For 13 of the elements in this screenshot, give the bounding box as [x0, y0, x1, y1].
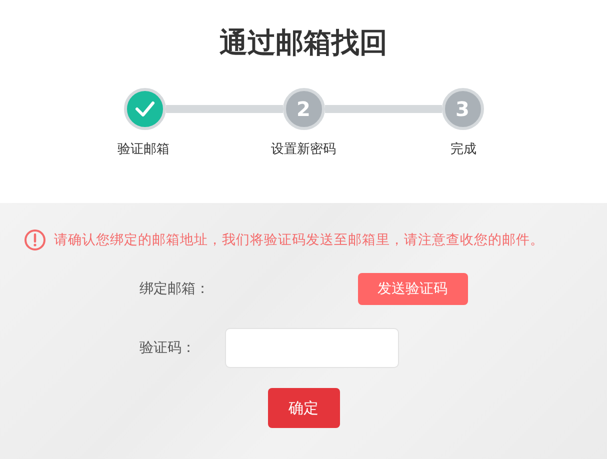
step-label: 验证邮箱: [118, 141, 170, 158]
page-title: 通过邮箱找回: [220, 25, 388, 61]
step-number: 3: [442, 88, 484, 130]
step-label: 完成: [450, 141, 476, 158]
step-label: 设置新密码: [271, 141, 336, 158]
warning-icon: [24, 229, 46, 251]
send-code-button[interactable]: 发送验证码: [358, 273, 468, 305]
code-input-field[interactable]: [224, 328, 398, 368]
confirm-button[interactable]: 确定: [268, 388, 340, 428]
alert-message: 请确认您绑定的邮箱地址，我们将验证码发送至邮箱里，请注意查收您的邮件。: [54, 231, 544, 249]
code-label: 验证码：: [140, 339, 196, 357]
email-label: 绑定邮箱：: [140, 280, 210, 298]
step-number: 2: [282, 88, 324, 130]
